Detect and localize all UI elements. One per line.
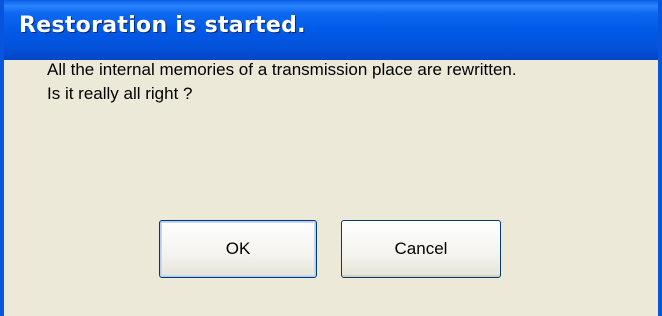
title-bar[interactable]: Restoration is started. <box>4 0 658 60</box>
cancel-button-label: Cancel <box>394 239 448 258</box>
message-line-2: Is it really all right ? <box>47 84 193 103</box>
dialog-window: Restoration is started. All the internal… <box>0 0 662 316</box>
message-line-1: All the internal memories of a transmiss… <box>47 60 517 79</box>
ok-button[interactable]: OK <box>159 220 317 278</box>
ok-button-label: OK <box>225 239 251 258</box>
dialog-title: Restoration is started. <box>19 13 306 38</box>
screen: Restoration is started. All the internal… <box>0 0 662 316</box>
dialog-message: All the internal memories of a transmiss… <box>47 58 517 106</box>
cancel-button[interactable]: Cancel <box>341 220 501 278</box>
